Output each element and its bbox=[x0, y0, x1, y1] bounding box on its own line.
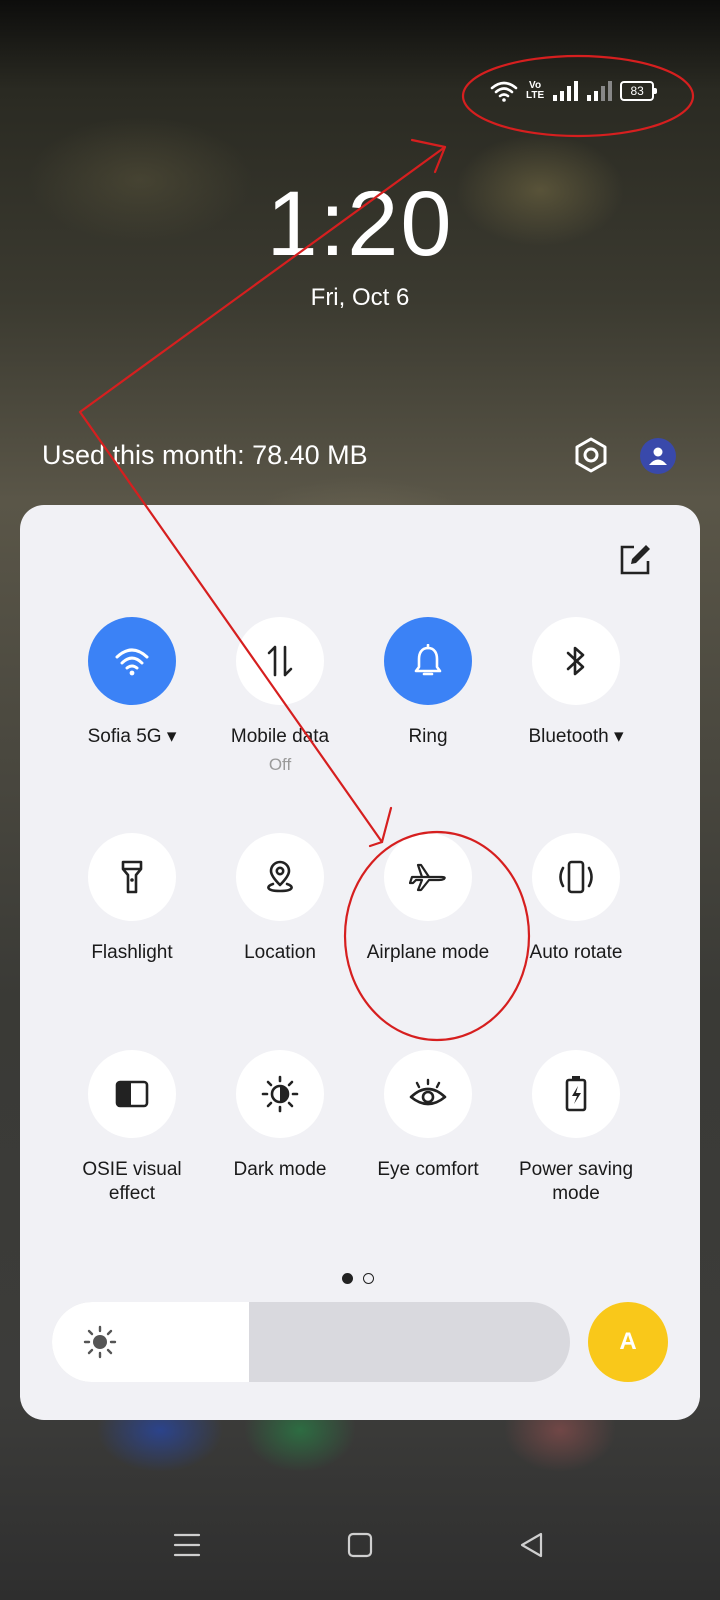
tile-label: Flashlight bbox=[91, 942, 173, 963]
lockscreen-date: Fri, Oct 6 bbox=[310, 284, 410, 311]
auto-brightness-button[interactable]: A bbox=[588, 1302, 668, 1382]
tile-flashlight-button[interactable] bbox=[88, 833, 176, 921]
tile-ring-button[interactable] bbox=[384, 617, 472, 705]
tile-airplane-mode[interactable]: Airplane mode bbox=[353, 833, 503, 965]
volte-icon: Vo LTE bbox=[526, 80, 545, 101]
tile-label: Mobile data bbox=[230, 726, 330, 747]
user-icon bbox=[649, 447, 667, 465]
tile-label: Dark mode bbox=[233, 1159, 327, 1180]
tile-power-saving-button[interactable] bbox=[532, 1050, 620, 1138]
tile-osie-button[interactable] bbox=[88, 1050, 176, 1138]
tile-location-button[interactable] bbox=[236, 833, 324, 921]
tile-label: Bluetooth bbox=[528, 726, 609, 747]
quick-settings-panel: Sofia 5G ▾ Mobile data Off Ring Bluetoot… bbox=[20, 505, 700, 1420]
tile-wifi[interactable]: Sofia 5G ▾ bbox=[57, 617, 207, 749]
wifi-icon bbox=[115, 648, 149, 676]
eye-icon bbox=[409, 1078, 447, 1106]
tile-ring[interactable]: Ring bbox=[353, 617, 503, 749]
tile-bluetooth[interactable]: Bluetooth ▾ bbox=[501, 617, 651, 749]
signal-sim1-icon bbox=[552, 81, 579, 101]
mobile-data-icon bbox=[267, 645, 293, 677]
tile-label: Eye comfort bbox=[377, 1159, 479, 1180]
navigation-bar bbox=[0, 1530, 720, 1570]
tile-location[interactable]: Location bbox=[205, 833, 355, 965]
brightness-slider[interactable] bbox=[52, 1302, 570, 1382]
tile-status: Off bbox=[268, 755, 292, 774]
tile-label: Auto rotate bbox=[529, 942, 623, 963]
tile-eye-comfort[interactable]: Eye comfort bbox=[353, 1050, 503, 1182]
tile-mobile-data[interactable]: Mobile data Off bbox=[205, 617, 355, 775]
tile-power-saving-mode[interactable]: Power saving mode bbox=[501, 1050, 651, 1206]
tile-auto-rotate[interactable]: Auto rotate bbox=[501, 833, 651, 965]
back-icon[interactable] bbox=[517, 1530, 547, 1565]
page-indicator bbox=[342, 1273, 374, 1284]
lockscreen-clock: 1:20 bbox=[266, 173, 454, 275]
tile-wifi-button[interactable] bbox=[88, 617, 176, 705]
data-usage-text[interactable]: Used this month: 78.40 MB bbox=[42, 440, 368, 471]
tile-osie-visual-effect[interactable]: OSIE visual effect bbox=[57, 1050, 207, 1206]
edit-icon[interactable] bbox=[618, 543, 652, 577]
auto-rotate-icon bbox=[559, 860, 593, 894]
battery-icon: 83 bbox=[620, 81, 658, 101]
dark-mode-icon bbox=[261, 1075, 299, 1113]
bell-icon bbox=[414, 644, 442, 676]
menu-icon[interactable] bbox=[172, 1530, 202, 1565]
airplane-icon bbox=[409, 863, 446, 892]
tile-label: OSIE visual effect bbox=[82, 1159, 182, 1204]
tile-dark-mode[interactable]: Dark mode bbox=[205, 1050, 355, 1182]
flashlight-icon bbox=[121, 860, 143, 894]
tile-label: Ring bbox=[408, 726, 448, 747]
tile-mobile-data-button[interactable] bbox=[236, 617, 324, 705]
dropdown-arrow-icon[interactable]: ▾ bbox=[167, 726, 177, 747]
wifi-status-icon bbox=[490, 80, 518, 102]
bluetooth-icon bbox=[566, 646, 585, 676]
page-dot[interactable] bbox=[363, 1273, 374, 1284]
user-avatar[interactable] bbox=[640, 438, 676, 474]
tile-eye-comfort-button[interactable] bbox=[384, 1050, 472, 1138]
tile-flashlight[interactable]: Flashlight bbox=[57, 833, 207, 965]
tile-bluetooth-button[interactable] bbox=[532, 617, 620, 705]
status-bar: Vo LTE 83 bbox=[490, 78, 658, 104]
osie-icon bbox=[115, 1080, 149, 1108]
tile-label: Sofia 5G bbox=[87, 726, 162, 747]
settings-icon[interactable] bbox=[572, 436, 610, 474]
location-icon bbox=[267, 860, 293, 893]
page-dot-active[interactable] bbox=[342, 1273, 353, 1284]
tile-label: Power saving mode bbox=[518, 1159, 634, 1204]
tile-airplane-mode-button[interactable] bbox=[384, 833, 472, 921]
signal-sim2-icon bbox=[586, 81, 613, 101]
battery-saver-icon bbox=[565, 1076, 587, 1112]
tile-label: Location bbox=[244, 942, 316, 963]
home-icon[interactable] bbox=[345, 1530, 375, 1565]
tile-auto-rotate-button[interactable] bbox=[532, 833, 620, 921]
tile-dark-mode-button[interactable] bbox=[236, 1050, 324, 1138]
tile-label: Airplane mode bbox=[366, 942, 490, 963]
dropdown-arrow-icon[interactable]: ▾ bbox=[614, 726, 624, 747]
brightness-icon bbox=[82, 1324, 118, 1365]
